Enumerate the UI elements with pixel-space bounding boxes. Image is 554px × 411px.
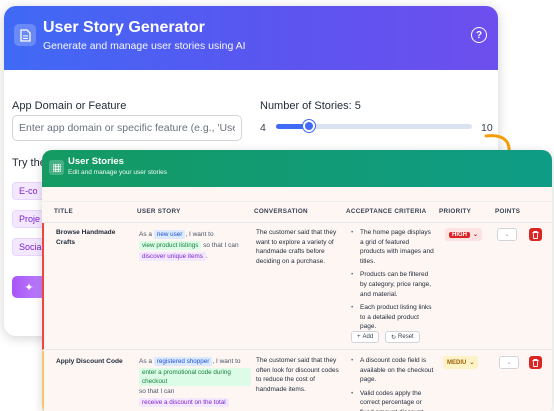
- chevron-down-icon: ⌄: [504, 232, 510, 238]
- priority-value: HIGH: [449, 231, 470, 238]
- screenshot-stage: User Story Generator Generate and manage…: [0, 0, 554, 411]
- generate-button[interactable]: ✦: [12, 276, 46, 298]
- column-header: POINTS: [495, 208, 521, 215]
- points-select[interactable]: ⌄: [497, 228, 517, 241]
- stories-header: User Stories Edit and manage your user s…: [42, 150, 552, 187]
- criteria-item[interactable]: Products can be filtered by category, pr…: [351, 270, 435, 299]
- criteria-cell: The home page displays a grid of feature…: [351, 228, 435, 336]
- conversation-cell[interactable]: The customer said that they want to expl…: [256, 228, 340, 266]
- slider-thumb[interactable]: [303, 120, 315, 132]
- story-action-tag[interactable]: view product listings: [139, 241, 202, 250]
- user-story-cell: As a registered shopper, I want to enter…: [139, 356, 251, 408]
- delete-button[interactable]: [529, 228, 542, 241]
- priority-select[interactable]: MEDIU ⌄: [443, 356, 479, 369]
- column-header: PRIORITY: [439, 208, 472, 215]
- document-icon: [14, 24, 36, 46]
- column-header: TITLE: [54, 208, 73, 215]
- conversation-cell[interactable]: The customer said that they often look f…: [256, 356, 340, 394]
- trash-icon: [532, 230, 539, 239]
- sparkle-icon: ✦: [24, 281, 34, 294]
- app-header: User Story Generator Generate and manage…: [4, 6, 498, 70]
- chevron-down-icon: ⌄: [473, 232, 479, 238]
- story-title[interactable]: Apply Discount Code: [56, 357, 131, 367]
- help-icon[interactable]: ?: [471, 27, 487, 43]
- story-count-label: Number of Stories: 5: [260, 100, 361, 112]
- criteria-item[interactable]: Valid codes apply the correct percentage…: [351, 389, 435, 411]
- reset-criteria-button[interactable]: ↻ Reset: [385, 331, 420, 343]
- delete-button[interactable]: [529, 356, 542, 369]
- criteria-item[interactable]: The home page displays a grid of feature…: [351, 228, 435, 266]
- stories-title: User Stories: [68, 156, 124, 167]
- story-text: , I want to: [212, 358, 241, 365]
- stories-table: TITLE USER STORY CONVERSATION ACCEPTANCE…: [42, 187, 552, 411]
- story-benefit-tag[interactable]: receive a discount on the total: [139, 397, 229, 407]
- chevron-down-icon: ⌄: [469, 360, 475, 366]
- column-header: USER STORY: [137, 208, 181, 215]
- domain-label: App Domain or Feature: [12, 100, 127, 112]
- table-row: Apply Discount Code As a registered shop…: [42, 351, 552, 411]
- story-text: .: [205, 253, 208, 260]
- story-action-tag[interactable]: enter a promotional code during checkout: [139, 368, 251, 386]
- trash-icon: [532, 358, 539, 367]
- examples-label: Try the: [12, 157, 46, 169]
- criteria-item[interactable]: Each product listing links to a detailed…: [351, 303, 435, 332]
- chevron-down-icon: ⌄: [506, 360, 512, 366]
- criteria-item[interactable]: A discount code field is available on th…: [351, 356, 435, 385]
- slider-min-label: 4: [260, 122, 266, 134]
- user-stories-panel: User Stories Edit and manage your user s…: [42, 150, 552, 411]
- priority-select[interactable]: HIGH ⌄: [445, 228, 483, 241]
- domain-input[interactable]: [12, 115, 242, 141]
- reset-label: Reset: [398, 334, 414, 340]
- add-criteria-button[interactable]: + Add: [351, 331, 380, 343]
- points-select[interactable]: ⌄: [499, 356, 519, 369]
- story-title[interactable]: Browse Handmade Crafts: [56, 228, 126, 247]
- column-header: CONVERSATION: [254, 208, 308, 215]
- app-subtitle: Generate and manage user stories using A…: [43, 40, 246, 52]
- plus-icon: +: [357, 334, 361, 340]
- reset-icon: ↻: [391, 334, 397, 341]
- criteria-cell: A discount code field is available on th…: [351, 356, 435, 411]
- column-header: ACCEPTANCE CRITERIA: [346, 208, 427, 215]
- story-text: so that I can: [203, 242, 239, 249]
- priority-value: MEDIU: [447, 359, 467, 366]
- story-text: As a: [139, 358, 153, 365]
- user-story-cell: As a new user, I want to view product li…: [139, 229, 251, 262]
- add-label: Add: [362, 334, 374, 340]
- story-role-tag[interactable]: new user: [153, 230, 186, 239]
- story-text: so that I can: [139, 388, 175, 395]
- table-row: Browse Handmade Crafts As a new user, I …: [42, 223, 552, 350]
- story-count-slider[interactable]: [276, 120, 472, 132]
- app-title: User Story Generator: [43, 19, 205, 36]
- story-text: As a: [139, 231, 153, 238]
- example-chip[interactable]: E-co: [12, 182, 45, 200]
- stories-subtitle: Edit and manage your user stories: [68, 169, 167, 176]
- story-role-tag[interactable]: registered shopper: [153, 357, 213, 366]
- story-text: , I want to: [185, 231, 214, 238]
- story-benefit-tag[interactable]: discover unique items: [139, 252, 206, 261]
- table-header: TITLE USER STORY CONVERSATION ACCEPTANCE…: [42, 201, 552, 223]
- table-icon: [49, 160, 64, 175]
